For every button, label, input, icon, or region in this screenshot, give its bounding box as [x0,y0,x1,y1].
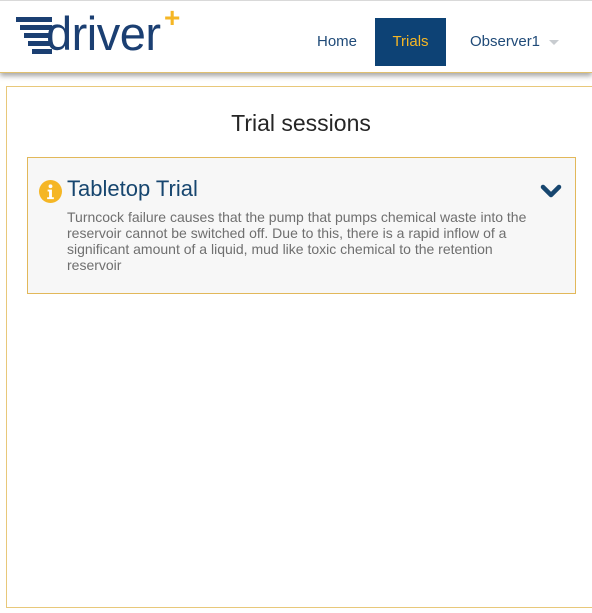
logo-plus: + [164,2,181,33]
caret-down-icon [549,40,559,45]
chevron-down-icon[interactable] [540,184,562,199]
trial-title: Tabletop Trial [67,176,198,201]
top-navbar: driver + Home Trials Observer1 [0,0,592,73]
trial-description: Turncock failure causes that the pump th… [67,209,527,273]
logo-wordmark: driver [46,7,161,60]
page-title: Trial sessions [231,110,371,136]
info-circle-icon [39,180,62,203]
trial-card[interactable]: Tabletop Trial Turncock failure causes t… [27,157,576,294]
driver-logo[interactable]: driver + [14,3,186,60]
observer-label: Observer1 [470,33,541,50]
main-panel: Trial sessions Tabletop Trial Turncock f… [6,86,592,608]
nav-trials[interactable]: Trials [375,18,446,66]
nav-observer-dropdown[interactable]: Observer1 [459,18,569,66]
nav-home[interactable]: Home [305,18,369,66]
